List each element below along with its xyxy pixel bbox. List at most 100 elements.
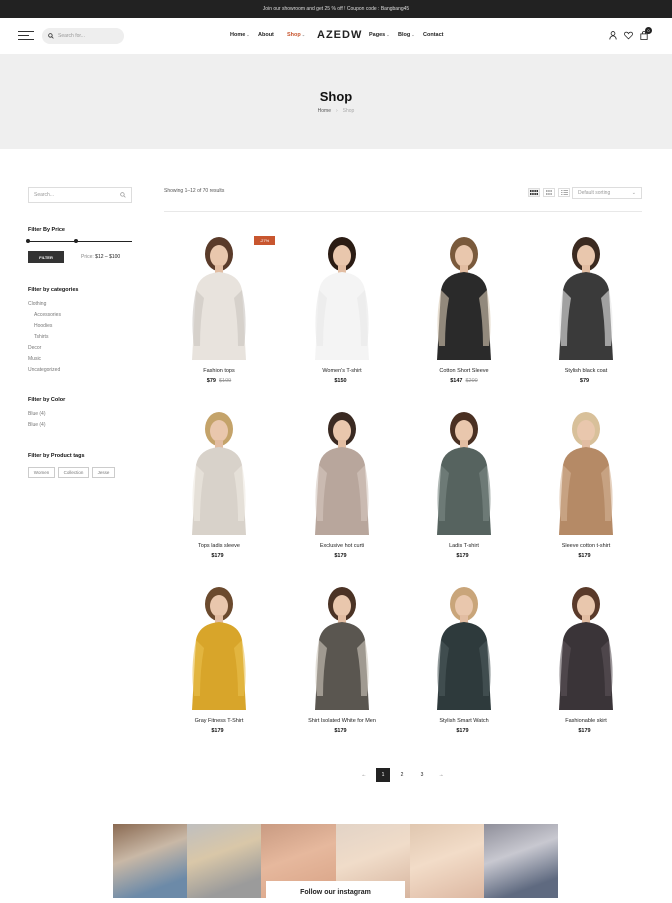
product-image[interactable] <box>531 578 641 710</box>
divider <box>164 211 642 212</box>
product-price: $179 <box>287 728 397 734</box>
category-music[interactable]: Music <box>28 356 41 362</box>
current-price: $79 <box>579 378 590 384</box>
site-logo[interactable]: AZEDW <box>317 29 362 41</box>
tag-collection[interactable]: Collection <box>58 467 89 478</box>
category-decor[interactable]: Decor <box>28 345 41 351</box>
category-accessories[interactable]: Accessories <box>34 312 61 318</box>
pagination-next[interactable]: → <box>434 768 448 782</box>
instagram-photo[interactable] <box>113 824 188 898</box>
product-image[interactable] <box>531 228 641 360</box>
current-price: $179 <box>211 728 224 734</box>
current-price: $179 <box>334 728 347 734</box>
current-price: $179 <box>578 553 591 559</box>
category-clothing[interactable]: Clothing <box>28 301 46 307</box>
category-hoodies[interactable]: Hoodies <box>34 323 52 329</box>
product-name[interactable]: Gray Fitness T-Shirt <box>164 718 274 724</box>
product-price: $79 $109 <box>164 378 274 384</box>
sort-select[interactable]: Default sorting ⌄ <box>572 187 642 199</box>
product-image[interactable] <box>409 228 519 360</box>
heart-icon[interactable] <box>624 31 633 40</box>
list-view-icon[interactable] <box>558 188 570 197</box>
page-title: Shop <box>319 89 353 104</box>
old-price: $200 <box>465 378 478 384</box>
product-name[interactable]: Exclusive hot curti <box>287 543 397 549</box>
current-price: $179 <box>211 553 224 559</box>
old-price: $109 <box>218 378 232 384</box>
results-count: Showing 1–12 of 70 results <box>164 188 225 194</box>
current-price: $79 <box>206 378 216 384</box>
product-image[interactable] <box>287 228 397 360</box>
nav-blog[interactable]: Blog⌄ <box>398 32 415 38</box>
product-name[interactable]: Shirt Isolated White for Men <box>287 718 397 724</box>
sidebar-search-input[interactable]: Search... <box>28 187 132 203</box>
product-image[interactable] <box>287 403 397 535</box>
pagination-prev[interactable]: ← <box>357 768 371 782</box>
nav-pages[interactable]: Pages⌄ <box>369 32 390 38</box>
price-slider-max-handle[interactable] <box>74 239 78 243</box>
product-name[interactable]: Ladis T-shirt <box>409 543 519 549</box>
header-search-input[interactable]: Search for... <box>42 28 124 44</box>
product-image[interactable] <box>409 578 519 710</box>
current-price: $150 <box>334 378 347 384</box>
breadcrumb-current: Shop <box>342 108 355 114</box>
price-range-label: Price: $12 – $100 <box>81 254 121 260</box>
current-price: $179 <box>578 728 591 734</box>
current-price: $179 <box>456 728 469 734</box>
product-image[interactable] <box>287 578 397 710</box>
sidebar-search-placeholder: Search... <box>34 192 55 198</box>
product-name[interactable]: Tops ladis sleeve <box>164 543 274 549</box>
product-name[interactable]: Cotton Short Sleeve <box>409 368 519 374</box>
color-option[interactable]: Blue (4) <box>28 422 46 428</box>
product-name[interactable]: Stylish Smart Watch <box>409 718 519 724</box>
product-name[interactable]: Women's T-shirt <box>287 368 397 374</box>
product-image[interactable] <box>409 403 519 535</box>
categories-heading: Filter by categories <box>28 287 79 293</box>
product-image[interactable] <box>164 228 274 360</box>
product-name[interactable]: Sleeve cotton t-shirt <box>531 543 641 549</box>
pagination-page[interactable]: 1 <box>376 768 390 782</box>
color-option[interactable]: Blue (4) <box>28 411 46 417</box>
product-price: $179 <box>531 553 641 559</box>
product-image[interactable] <box>531 403 641 535</box>
category-tshirts[interactable]: Tshirts <box>34 334 48 340</box>
filter-button[interactable]: FILTER <box>28 251 64 263</box>
current-price: $179 <box>334 553 347 559</box>
nav-home[interactable]: Home⌄ <box>230 32 250 38</box>
grid-4-view-icon[interactable] <box>528 188 540 197</box>
tag-jesse[interactable]: Jesse <box>92 467 115 478</box>
tag-women[interactable]: Women <box>28 467 55 478</box>
tags-heading: Filter by Product tags <box>28 453 85 459</box>
product-price: $179 <box>164 553 274 559</box>
product-price: $79 <box>531 378 641 384</box>
search-icon[interactable] <box>120 192 126 198</box>
instagram-photo[interactable] <box>409 824 484 898</box>
category-uncategorized[interactable]: Uncategorized <box>28 367 60 373</box>
menu-icon[interactable] <box>18 31 34 41</box>
price-slider-min-handle[interactable] <box>26 239 30 243</box>
promo-bar: Join our showroom and get 25 % off ! Cou… <box>0 0 672 18</box>
current-price: $147 <box>450 378 463 384</box>
pagination-page[interactable]: 3 <box>415 768 429 782</box>
product-image[interactable] <box>164 403 274 535</box>
color-heading: Filter by Color <box>28 397 66 403</box>
product-name[interactable]: Fashionable skirt <box>531 718 641 724</box>
nav-contact[interactable]: Contact <box>423 32 443 38</box>
sort-value: Default sorting <box>578 190 611 196</box>
header-search-placeholder: Search for... <box>58 33 85 39</box>
search-icon <box>48 33 54 39</box>
price-slider-range <box>28 241 76 242</box>
product-price: $179 <box>409 728 519 734</box>
instagram-photo[interactable] <box>483 824 559 898</box>
nav-about[interactable]: About <box>258 32 274 38</box>
price-filter-heading: Filter By Price <box>28 227 65 233</box>
breadcrumb-home[interactable]: Home <box>318 108 331 114</box>
product-name[interactable]: Stylish black coat <box>531 368 641 374</box>
pagination-page[interactable]: 2 <box>395 768 409 782</box>
product-name[interactable]: Fashion tops <box>164 368 274 374</box>
user-icon[interactable] <box>609 31 617 40</box>
nav-shop[interactable]: Shop⌄ <box>287 32 305 38</box>
instagram-photo[interactable] <box>187 824 262 898</box>
product-image[interactable] <box>164 578 274 710</box>
grid-3-view-icon[interactable] <box>543 188 555 197</box>
